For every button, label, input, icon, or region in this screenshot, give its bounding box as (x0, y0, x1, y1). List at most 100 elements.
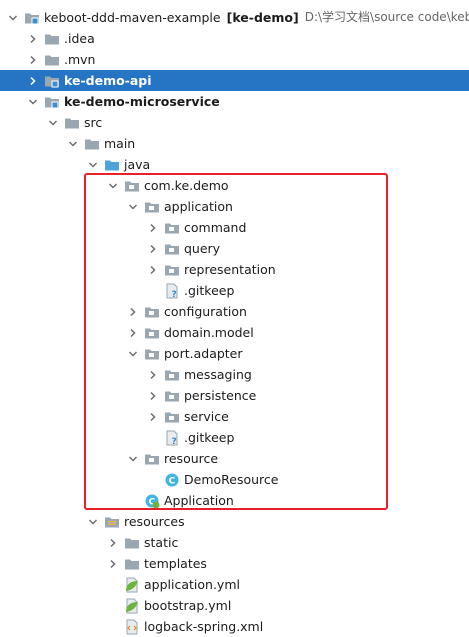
package-icon (144, 325, 160, 341)
tree-row[interactable]: service (0, 406, 469, 427)
tree-row[interactable]: application (0, 196, 469, 217)
tree-row[interactable]: representation (0, 259, 469, 280)
tree-item-label: domain.model (164, 325, 254, 340)
tree-row[interactable]: ke-demo-api (0, 70, 469, 91)
chevron-down-icon[interactable] (6, 7, 20, 28)
svg-text:?: ? (172, 290, 177, 299)
chevron-down-icon[interactable] (46, 112, 60, 133)
package-icon (164, 388, 180, 404)
unknown-file-icon: ? (164, 283, 180, 299)
tree-row[interactable]: C DemoResource (0, 469, 469, 490)
tree-row[interactable]: java (0, 154, 469, 175)
tree-item-label: command (184, 220, 247, 235)
chevron-right-icon[interactable] (106, 532, 120, 553)
folder-icon (44, 31, 60, 47)
tree-item-label: Application (164, 493, 234, 508)
tree-item-label: query (184, 241, 221, 256)
class-icon: C (164, 472, 180, 488)
folder-icon (64, 115, 80, 131)
tree-item-label: messaging (184, 367, 252, 382)
tree-item-label: .gitkeep (184, 430, 235, 445)
tree-row[interactable]: templates (0, 553, 469, 574)
tree-row[interactable]: resources (0, 511, 469, 532)
project-path: D:\学习文档\source code\keboo (304, 10, 469, 24)
tree-row[interactable]: query (0, 238, 469, 259)
tree-item-label: java (124, 157, 151, 172)
tree-item-label: .gitkeep (184, 283, 235, 298)
tree-row[interactable]: C Application (0, 490, 469, 511)
tree-item-label: ke-demo-microservice (64, 94, 220, 109)
tree-row[interactable]: bootstrap.yml (0, 595, 469, 616)
package-icon (144, 451, 160, 467)
chevron-down-icon[interactable] (66, 133, 80, 154)
chevron-down-icon[interactable] (126, 343, 140, 364)
tree-row[interactable]: domain.model (0, 322, 469, 343)
module-icon (44, 94, 60, 110)
tree-row[interactable]: .idea (0, 28, 469, 49)
chevron-right-icon[interactable] (146, 385, 160, 406)
tree-item-label: .mvn (64, 52, 96, 67)
tree-item-label: application.yml (144, 577, 240, 592)
tree-item-label: representation (184, 262, 276, 277)
tree-item-label: bootstrap.yml (144, 598, 232, 613)
chevron-right-icon[interactable] (146, 217, 160, 238)
tree-row[interactable]: ? .gitkeep (0, 427, 469, 448)
chevron-right-icon[interactable] (26, 49, 40, 70)
tree-item-label: .idea (64, 31, 95, 46)
chevron-down-icon[interactable] (86, 511, 100, 532)
chevron-down-icon[interactable] (126, 448, 140, 469)
package-icon (124, 178, 140, 194)
tree-row[interactable]: ? .gitkeep (0, 280, 469, 301)
tree-row[interactable]: configuration (0, 301, 469, 322)
tree-row[interactable]: messaging (0, 364, 469, 385)
chevron-right-icon[interactable] (146, 364, 160, 385)
chevron-right-icon[interactable] (26, 28, 40, 49)
tree-item-label: service (184, 409, 229, 424)
package-icon (144, 346, 160, 362)
package-icon (164, 367, 180, 383)
project-tree: keboot-ddd-maven-example [ke-demo] D:\学习文档… (0, 0, 469, 634)
spring-app-icon: C (144, 493, 160, 509)
yaml-spring-icon (124, 598, 140, 614)
tree-item-label: resource (164, 451, 219, 466)
tree-item-label: keboot-ddd-maven-example (44, 10, 221, 25)
tree-row[interactable]: resource (0, 448, 469, 469)
chevron-right-icon[interactable] (146, 259, 160, 280)
chevron-down-icon[interactable] (86, 154, 100, 175)
chevron-down-icon[interactable] (126, 196, 140, 217)
tree-item-label: templates (144, 556, 207, 571)
folder-icon (124, 556, 140, 572)
package-icon (164, 262, 180, 278)
tree-row[interactable]: application.yml (0, 574, 469, 595)
tree-row[interactable]: .mvn (0, 49, 469, 70)
tree-row[interactable]: main (0, 133, 469, 154)
unknown-file-icon: ? (164, 430, 180, 446)
tree-item-label: application (164, 199, 233, 214)
chevron-right-icon[interactable] (146, 238, 160, 259)
chevron-down-icon[interactable] (26, 91, 40, 112)
tree-row[interactable]: src (0, 112, 469, 133)
tree-row[interactable]: static (0, 532, 469, 553)
tree-row[interactable]: logback-spring.xml (0, 616, 469, 637)
tree-row[interactable]: keboot-ddd-maven-example [ke-demo] D:\学习文档… (0, 7, 469, 28)
tree-item-label: main (104, 136, 136, 151)
chevron-right-icon[interactable] (126, 301, 140, 322)
tree-item-label: resources (124, 514, 185, 529)
tree-item-label: static (144, 535, 179, 550)
tree-item-label: configuration (164, 304, 247, 319)
chevron-right-icon[interactable] (146, 406, 160, 427)
tree-row[interactable]: com.ke.demo (0, 175, 469, 196)
svg-text:?: ? (172, 437, 177, 446)
yaml-spring-icon (124, 577, 140, 593)
tree-item-label: com.ke.demo (144, 178, 229, 193)
chevron-right-icon[interactable] (26, 70, 40, 91)
tree-row[interactable]: ke-demo-microservice (0, 91, 469, 112)
package-icon (144, 304, 160, 320)
chevron-right-icon[interactable] (126, 322, 140, 343)
tree-row[interactable]: command (0, 217, 469, 238)
tree-row[interactable]: port.adapter (0, 343, 469, 364)
tree-row[interactable]: persistence (0, 385, 469, 406)
chevron-down-icon[interactable] (106, 175, 120, 196)
chevron-right-icon[interactable] (106, 553, 120, 574)
tree-item-label: src (84, 115, 103, 130)
